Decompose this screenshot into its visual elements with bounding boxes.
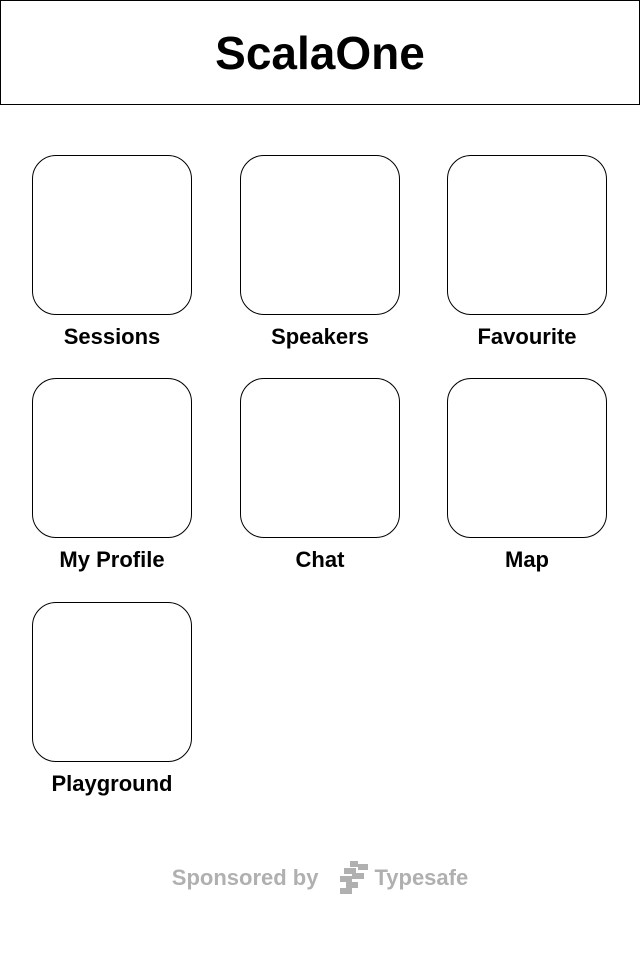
speakers-icon[interactable] [240, 155, 400, 315]
chat-icon[interactable] [240, 378, 400, 538]
map-icon[interactable] [447, 378, 607, 538]
app-header: ScalaOne [0, 0, 640, 105]
sponsor-footer: Sponsored by Typesafe [0, 858, 640, 898]
menu-tile-label: Favourite [477, 324, 577, 349]
sponsored-by-label: Sponsored by [171, 865, 319, 890]
sponsor-logo[interactable]: Typesafe [338, 861, 468, 895]
menu-tile-playground[interactable]: Playground [12, 602, 212, 802]
menu-tile-label: Chat [295, 547, 345, 572]
profile-icon[interactable] [32, 378, 192, 538]
sponsor-name: Typesafe [374, 865, 469, 890]
app-title: ScalaOne [215, 26, 425, 79]
menu-tile-speakers[interactable]: Speakers [220, 155, 420, 355]
sessions-icon[interactable] [32, 155, 192, 315]
menu-tile-label: Map [505, 547, 549, 572]
menu-tile-favourite[interactable]: Favourite [427, 155, 627, 355]
favourite-icon[interactable] [447, 155, 607, 315]
menu-tile-map[interactable]: Map [427, 378, 627, 578]
typesafe-logo-icon [340, 861, 369, 894]
menu-tile-chat[interactable]: Chat [220, 378, 420, 578]
menu-tile-label: Playground [51, 771, 173, 796]
menu-tile-sessions[interactable]: Sessions [12, 155, 212, 355]
playground-icon[interactable] [32, 602, 192, 762]
menu-tile-my-profile[interactable]: My Profile [12, 378, 212, 578]
menu-tile-label: Sessions [63, 324, 161, 349]
menu-tile-label: Speakers [271, 324, 369, 349]
menu-tile-label: My Profile [59, 547, 165, 572]
